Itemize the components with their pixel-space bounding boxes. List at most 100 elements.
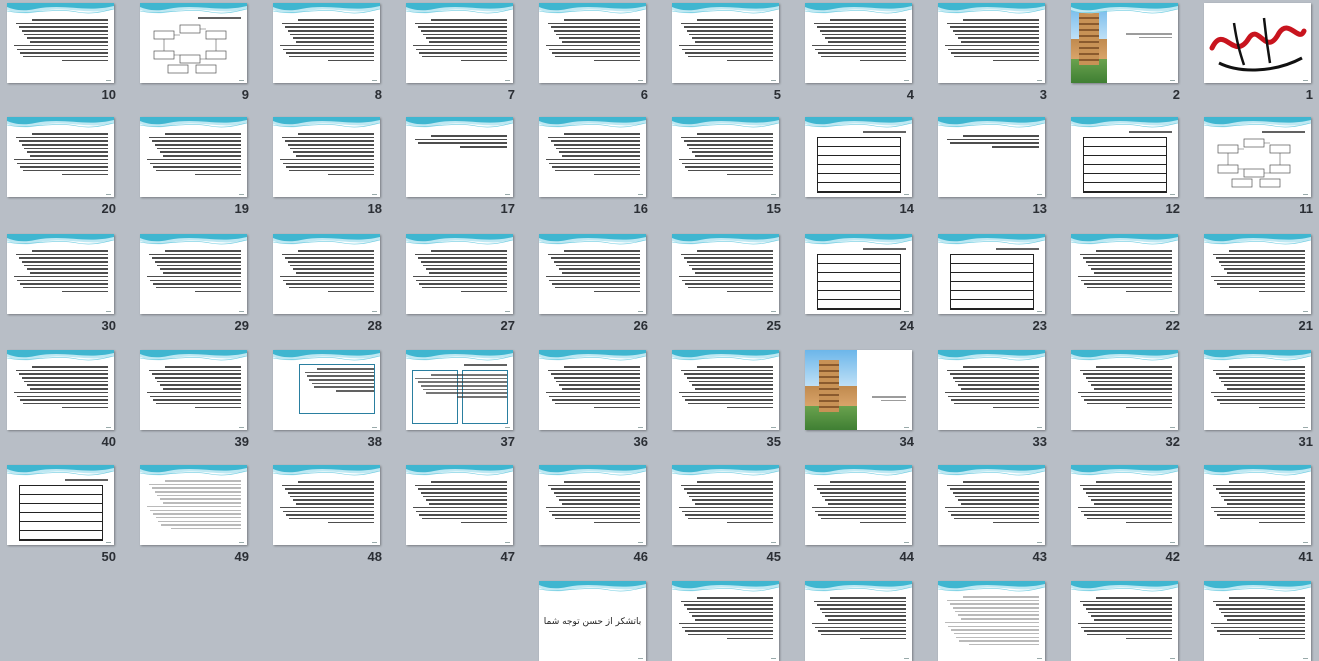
slide-thumbnail[interactable] — [273, 234, 380, 314]
slide-thumbnail[interactable] — [1204, 117, 1311, 197]
slide-page-marker — [904, 657, 909, 659]
slide-number: 11 — [1299, 201, 1313, 216]
slide-thumbnail[interactable] — [539, 350, 646, 430]
slide-thumbnail[interactable] — [938, 234, 1045, 314]
slide-thumbnail[interactable] — [1071, 3, 1178, 83]
slide-text-block — [678, 597, 773, 641]
slide-text-block — [1115, 33, 1172, 40]
slide-text-block — [279, 250, 374, 294]
slide-header-wave — [539, 350, 646, 361]
slide-number: 36 — [633, 434, 648, 449]
slide-header-wave — [140, 350, 247, 361]
slide-page-marker — [372, 193, 377, 195]
slide-thumbnail[interactable] — [938, 117, 1045, 197]
slide-thumbnail[interactable] — [406, 3, 513, 83]
slide-text-block — [13, 250, 108, 294]
slide-thumbnail[interactable] — [1071, 117, 1178, 197]
slide-number: 34 — [899, 434, 914, 449]
slide-thumbnail[interactable] — [1204, 3, 1311, 83]
slide-thumbnail[interactable] — [805, 350, 912, 430]
slide-text-block — [13, 133, 108, 177]
slide-thumbnail[interactable] — [805, 3, 912, 83]
slide-number: 8 — [374, 87, 382, 102]
slide-text-block — [146, 250, 241, 294]
flow-diagram — [1217, 138, 1291, 188]
tower-shape — [1079, 13, 1099, 65]
slide-thumbnail[interactable] — [7, 3, 114, 83]
slide-thumbnail[interactable] — [1071, 234, 1178, 314]
slide-page-marker — [1303, 657, 1308, 659]
slide-thumbnail[interactable] — [672, 581, 779, 661]
slide-thumbnail[interactable] — [273, 350, 380, 430]
slide-thumbnail[interactable] — [938, 350, 1045, 430]
slide-thumbnail[interactable] — [938, 465, 1045, 545]
slide-text-block — [412, 250, 507, 294]
slide-thumbnail[interactable] — [805, 581, 912, 661]
slide-thumbnail[interactable] — [672, 3, 779, 83]
slide-thumbnail[interactable] — [7, 234, 114, 314]
slide-text-block — [412, 364, 507, 368]
slide-thumbnail[interactable] — [273, 117, 380, 197]
slide-thumbnail[interactable] — [1204, 234, 1311, 314]
slide-number: 29 — [234, 318, 249, 333]
slide-thumbnail[interactable] — [140, 117, 247, 197]
slide-thumbnail[interactable] — [140, 234, 247, 314]
slide-page-marker — [904, 193, 909, 195]
slide-number: 41 — [1298, 549, 1313, 564]
slide-thumbnail[interactable] — [273, 3, 380, 83]
slide-thumbnail[interactable] — [7, 350, 114, 430]
slide-header-wave — [1204, 350, 1311, 361]
slide-thumbnail[interactable] — [406, 350, 513, 430]
slide-header-wave — [672, 117, 779, 128]
slide-text-block — [1077, 366, 1172, 410]
slide-header-wave — [406, 3, 513, 14]
slide-thumbnail[interactable] — [672, 117, 779, 197]
slide-page-marker — [771, 193, 776, 195]
slide-thumbnail[interactable] — [805, 117, 912, 197]
slide-page-marker — [1303, 79, 1308, 81]
slide-thumbnail[interactable] — [406, 234, 513, 314]
slide-text-block — [279, 133, 374, 177]
slide-header-wave — [938, 350, 1045, 361]
slide-thumbnail[interactable] — [140, 3, 247, 83]
slide-header-wave — [672, 581, 779, 592]
slide-thumbnail[interactable] — [1204, 465, 1311, 545]
slide-thumbnail[interactable] — [7, 465, 114, 545]
slide-thumbnail[interactable] — [938, 581, 1045, 661]
slide-thumbnail[interactable] — [1071, 465, 1178, 545]
slide-header-wave — [672, 350, 779, 361]
slide-text-block — [412, 481, 507, 525]
slide-page-marker — [771, 541, 776, 543]
slide-thumbnail[interactable] — [406, 117, 513, 197]
slide-thumbnail[interactable] — [273, 465, 380, 545]
slide-thumbnail[interactable] — [1071, 581, 1178, 661]
slide-page-marker — [1037, 310, 1042, 312]
slide-page-marker — [1303, 541, 1308, 543]
slide-thumbnail[interactable] — [539, 465, 646, 545]
slide-thumbnail[interactable] — [406, 465, 513, 545]
slide-number: 35 — [766, 434, 781, 449]
slide-thumbnail[interactable] — [1204, 581, 1311, 661]
slide-thumbnail[interactable] — [1071, 350, 1178, 430]
slide-thumbnail[interactable] — [672, 350, 779, 430]
slide-page-marker — [771, 79, 776, 81]
slide-thumbnail[interactable] — [805, 234, 912, 314]
slide-number: 50 — [101, 549, 116, 564]
slide-thumbnail[interactable] — [938, 3, 1045, 83]
slide-thumbnail[interactable] — [539, 117, 646, 197]
slide-number: 12 — [1165, 201, 1180, 216]
slide-thumbnail[interactable] — [539, 3, 646, 83]
slide-thumbnail[interactable] — [140, 350, 247, 430]
slide-number: 6 — [640, 87, 648, 102]
slide-thumbnail[interactable]: باتشکر از حسن توجه شما — [539, 581, 646, 661]
slide-thumbnail[interactable] — [672, 234, 779, 314]
slide-thumbnail[interactable] — [672, 465, 779, 545]
slide-thumbnail[interactable] — [805, 465, 912, 545]
slide-thumbnail[interactable] — [539, 234, 646, 314]
slide-thumbnail[interactable] — [1204, 350, 1311, 430]
slide-thumbnail[interactable] — [7, 117, 114, 197]
slide-text-block — [412, 135, 507, 150]
slide-text-block — [279, 19, 374, 63]
slide-thumbnail[interactable] — [140, 465, 247, 545]
slide-header-wave — [672, 3, 779, 14]
